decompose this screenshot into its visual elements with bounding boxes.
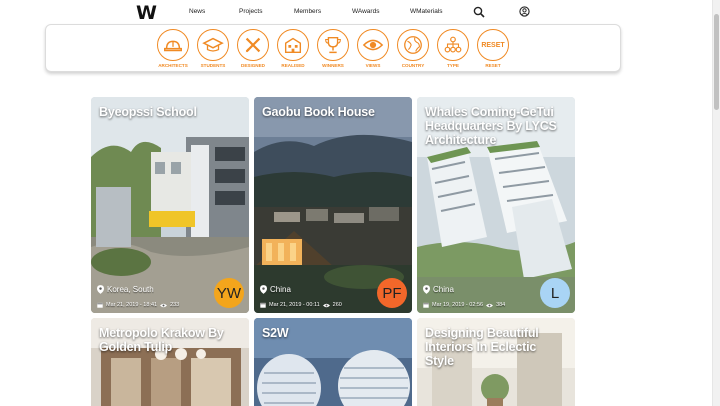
author-avatar[interactable]: PF (377, 278, 407, 308)
globe-icon (404, 36, 422, 54)
pencil-ruler-icon (245, 37, 261, 53)
reset-icon-text: RESET (481, 41, 505, 49)
project-meta: Mar 19, 2019 - 02:56 384 (423, 302, 505, 308)
site-logo[interactable]: W (136, 2, 157, 24)
nav-link-wawards[interactable]: WAwards (352, 8, 379, 15)
location-pin-icon (260, 285, 267, 294)
location-pin-icon (423, 285, 430, 294)
filter-views[interactable]: Views (353, 29, 393, 68)
filter-label: Country (401, 63, 425, 68)
project-card[interactable]: Whales Coming-GeTui Headquarters By LYCS… (417, 97, 575, 313)
project-meta: Mar 21, 2019 - 18:41 233 (97, 302, 179, 308)
trophy-icon (325, 36, 341, 54)
filter-bar: Architects Students Designed (45, 24, 621, 72)
project-views: 384 (496, 302, 506, 308)
hard-hat-icon (164, 40, 182, 52)
filter-students[interactable]: Students (193, 29, 233, 68)
project-views: 260 (332, 302, 342, 308)
project-card[interactable]: Designing Beautiful Interiors In Eclecti… (417, 318, 575, 406)
project-date: Mar 21, 2019 - 18:41 (106, 302, 158, 308)
eye-icon (160, 303, 168, 307)
filter-reset[interactable]: RESET Reset (473, 29, 513, 68)
filter-type[interactable]: Type (433, 29, 473, 68)
filter-label: Views (365, 63, 381, 68)
project-meta: Mar 21, 2019 - 00:11 260 (260, 302, 342, 308)
project-card[interactable]: Gaobu Book House China Mar 21, 2019 - 00… (254, 97, 412, 313)
project-location: China (423, 285, 454, 294)
calendar-icon (423, 302, 429, 308)
project-title[interactable]: Metropolo Krakow By Golden Tulip (99, 326, 241, 354)
project-title[interactable]: Designing Beautiful Interiors In Eclecti… (425, 326, 567, 368)
filter-architects[interactable]: Architects (153, 29, 193, 68)
project-views: 233 (170, 302, 180, 308)
building-icon (284, 37, 302, 54)
project-location: China (260, 285, 291, 294)
eye-icon (362, 39, 384, 51)
location-pin-icon (97, 285, 104, 294)
filter-country[interactable]: Country (393, 29, 433, 68)
filter-realised[interactable]: Realised (273, 29, 313, 68)
project-title[interactable]: Byeopssi School (99, 105, 241, 119)
graduation-cap-icon (202, 37, 224, 52)
user-account-icon[interactable] (519, 6, 530, 17)
calendar-icon (97, 302, 103, 308)
filter-label: Students (200, 63, 226, 68)
hierarchy-icon (444, 36, 462, 53)
top-navigation: W News Projects Members WAwards WMateria… (0, 0, 712, 24)
project-country: China (433, 285, 454, 294)
filter-label: Winners (322, 63, 344, 68)
filter-label: Type (447, 63, 459, 68)
project-title[interactable]: Gaobu Book House (262, 105, 404, 119)
filter-label: Realised (281, 63, 305, 68)
project-date: Mar 19, 2019 - 02:56 (432, 302, 484, 308)
eye-icon (486, 303, 494, 307)
nav-link-projects[interactable]: Projects (239, 8, 262, 15)
eye-icon (322, 303, 330, 307)
project-country: Korea, South (107, 285, 154, 294)
filter-winners[interactable]: Winners (313, 29, 353, 68)
author-avatar[interactable]: YW (214, 278, 244, 308)
filter-designed[interactable]: Designed (233, 29, 273, 68)
project-card[interactable]: Metropolo Krakow By Golden Tulip (91, 318, 249, 406)
filter-label: Designed (241, 63, 265, 68)
nav-link-news[interactable]: News (189, 8, 205, 15)
filter-label: Reset (485, 63, 501, 68)
project-country: China (270, 285, 291, 294)
project-location: Korea, South (97, 285, 154, 294)
nav-link-members[interactable]: Members (294, 8, 321, 15)
project-title[interactable]: S2W (262, 326, 404, 340)
search-icon[interactable] (473, 6, 485, 18)
filter-label: Architects (158, 63, 188, 68)
author-avatar[interactable]: L (540, 278, 570, 308)
project-title[interactable]: Whales Coming-GeTui Headquarters By LYCS… (425, 105, 567, 147)
calendar-icon (260, 302, 266, 308)
project-card[interactable]: S2W (254, 318, 412, 406)
page: W News Projects Members WAwards WMateria… (0, 0, 720, 406)
project-date: Mar 21, 2019 - 00:11 (269, 302, 320, 308)
project-card[interactable]: Byeopssi School Korea, South Mar 21, 201… (91, 97, 249, 313)
scrollbar-thumb[interactable] (714, 14, 719, 110)
nav-link-wmaterials[interactable]: WMaterials (410, 8, 443, 15)
